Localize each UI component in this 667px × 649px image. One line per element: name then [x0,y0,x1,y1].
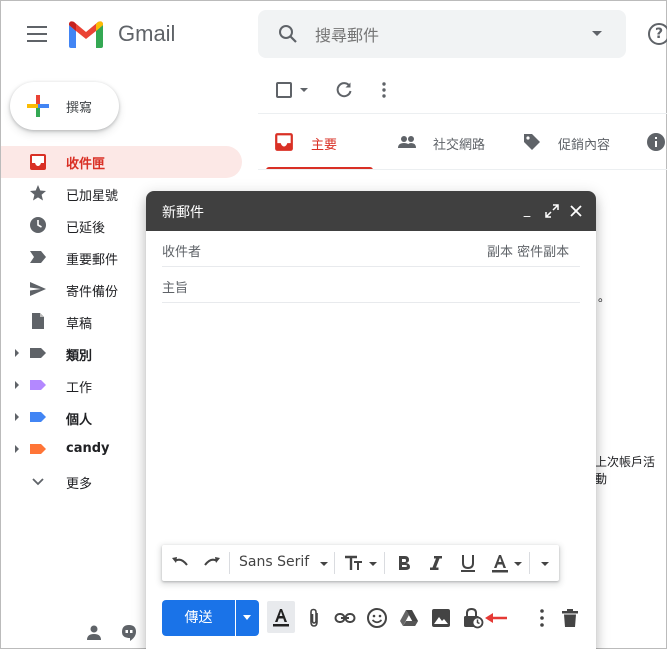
toolbar-separator [529,552,530,574]
label-icon [30,348,46,358]
tabs-divider [258,169,667,170]
search-options-caret-icon[interactable] [592,31,602,36]
redo-icon[interactable] [201,552,223,574]
select-all-checkbox[interactable] [276,82,292,98]
clock-icon [30,217,46,233]
person-icon[interactable] [85,624,103,642]
cc-bcc-link[interactable]: 副本 密件副本 [487,241,569,260]
search-icon[interactable] [278,24,298,44]
to-field-divider [162,266,580,267]
gmail-logo-icon[interactable] [67,19,105,49]
sidebar-item-label: 個人 [66,413,93,428]
sidebar-item-label: 重要郵件 [66,253,119,268]
underline-icon[interactable] [457,552,479,574]
text-color-icon[interactable] [489,552,511,574]
expand-arrow-icon[interactable] [15,381,19,389]
emoji-icon[interactable] [366,607,388,629]
message-body[interactable] [162,306,580,536]
expand-arrow-icon[interactable] [15,445,19,453]
schedule-send-button[interactable] [236,600,259,636]
tab-promotions[interactable]: 促銷內容 [558,134,610,153]
tab-primary[interactable]: 主要 [311,134,337,153]
send-button[interactable]: 傳送 [162,600,235,636]
discard-draft-icon[interactable] [559,607,581,629]
toolbar-separator [229,552,230,574]
text-color-caret-icon[interactable] [514,562,522,566]
subject-field-divider [162,302,580,303]
refresh-icon[interactable] [335,81,353,99]
minimize-icon[interactable]: _ [520,204,534,218]
subject-field[interactable]: 主旨 [162,277,188,296]
background-period: 。 [598,290,611,304]
tab-social[interactable]: 社交網路 [433,134,485,153]
star-icon [30,185,46,201]
sidebar-item-label: 草稿 [66,317,93,332]
sidebar-item-label: 寄件備份 [66,285,119,300]
annotation-arrow-icon [485,613,507,623]
google-drive-icon[interactable] [398,607,420,629]
compose-title: 新郵件 [162,205,204,221]
compose-plus-icon [27,95,49,117]
sidebar-item-label: 已加星號 [66,189,119,204]
sidebar-item-label: candy [66,441,110,456]
background-last-activity: 上次帳戶活動 [595,455,656,486]
italic-icon[interactable] [425,552,447,574]
toolbar-separator [334,552,335,574]
text-size-caret-icon[interactable] [369,562,377,566]
label-icon [30,380,46,390]
inbox-icon [30,154,46,170]
main-menu-button[interactable] [27,26,47,42]
bold-icon[interactable] [393,552,415,574]
draft-icon [32,313,44,329]
expand-arrow-icon[interactable] [15,413,19,421]
expand-arrow-icon[interactable] [15,349,19,357]
label-icon [30,412,46,422]
sidebar-item-label: 更多 [66,477,93,492]
more-options-icon[interactable] [531,607,553,629]
sidebar-item-label: 已延後 [66,221,106,236]
help-icon[interactable]: ? [648,23,667,45]
to-field-label[interactable]: 收件者 [162,241,201,260]
more-formatting-caret-icon[interactable] [541,562,549,566]
attach-file-icon[interactable] [303,607,325,629]
people-icon [398,136,416,148]
text-size-icon[interactable] [343,552,365,574]
tag-icon [524,134,540,150]
insert-photo-icon[interactable] [430,607,452,629]
toolbar-divider [258,113,667,114]
hangouts-icon[interactable] [120,624,138,642]
fullscreen-icon[interactable] [545,204,559,218]
sidebar-item-label: 收件匣 [66,157,106,172]
undo-icon[interactable] [169,552,191,574]
toolbar-separator [384,552,385,574]
font-family-select[interactable]: Sans Serif [239,554,309,570]
font-family-caret-icon[interactable] [320,562,328,566]
chevron-down-icon [32,478,44,486]
select-options-caret-icon[interactable] [300,88,308,92]
info-icon[interactable] [646,132,666,152]
insert-link-icon[interactable] [334,607,356,629]
compose-label: 撰寫 [66,101,93,116]
formatting-options-icon [273,609,289,627]
search-input[interactable] [315,23,575,47]
more-vert-icon[interactable] [382,81,386,99]
inbox-icon [275,133,293,151]
label-icon [30,444,46,454]
sidebar-item-label: 工作 [66,381,93,396]
app-brand: Gmail [118,21,176,46]
important-icon [30,251,46,263]
sidebar-item-label: 類別 [66,349,93,364]
send-icon [30,282,46,296]
confidential-mode-icon[interactable] [462,607,484,629]
close-icon[interactable] [569,204,583,218]
